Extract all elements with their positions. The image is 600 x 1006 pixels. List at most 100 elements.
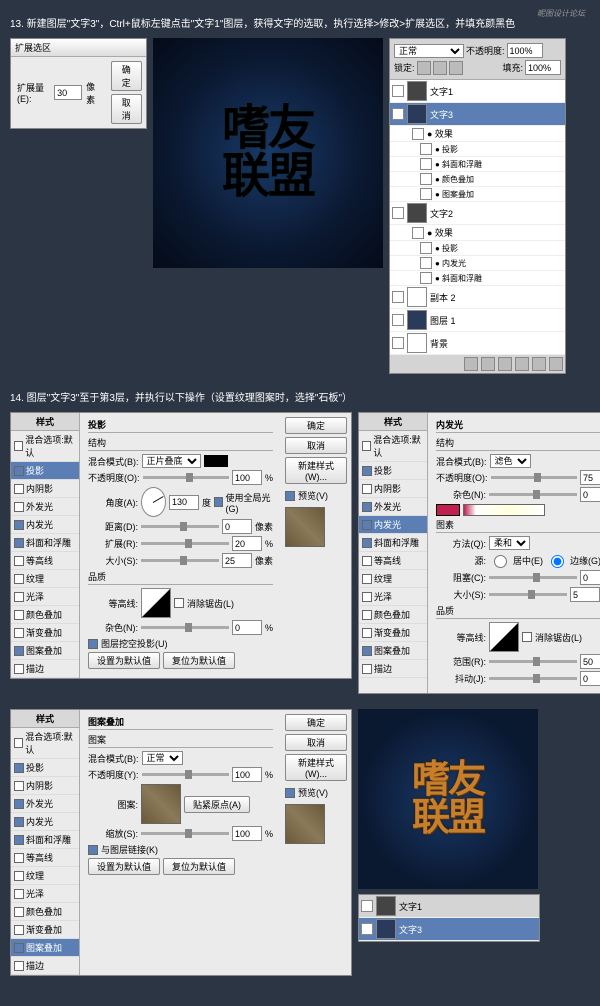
style-item[interactable]: 渐变叠加: [11, 921, 79, 939]
blend-mode[interactable]: 正常: [394, 44, 464, 58]
eye-icon[interactable]: [392, 314, 404, 326]
style-item[interactable]: 斜面和浮雕: [11, 534, 79, 552]
opacity-input[interactable]: [507, 43, 543, 58]
style-item[interactable]: 颜色叠加: [359, 606, 427, 624]
style-item[interactable]: 图案叠加: [11, 642, 79, 660]
style-item[interactable]: 纹理: [11, 867, 79, 885]
cancel-button[interactable]: 取消: [111, 94, 142, 124]
style-item[interactable]: 光泽: [359, 588, 427, 606]
style-item[interactable]: 内发光: [11, 516, 79, 534]
style-item[interactable]: 外发光: [11, 795, 79, 813]
eye-icon[interactable]: [392, 85, 404, 97]
new-icon[interactable]: [532, 357, 546, 371]
eye-icon[interactable]: [420, 173, 432, 185]
style-item[interactable]: 斜面和浮雕: [359, 534, 427, 552]
layer-item[interactable]: 副本 2: [390, 286, 565, 309]
expand-input[interactable]: [54, 85, 82, 100]
eye-icon[interactable]: [392, 337, 404, 349]
style-item[interactable]: 内阴影: [359, 480, 427, 498]
layer-item[interactable]: 文字3: [390, 103, 565, 126]
style-item[interactable]: 混合选项:默认: [359, 431, 427, 462]
opacity-slider[interactable]: [143, 476, 229, 479]
eye-icon[interactable]: [420, 257, 432, 269]
style-item[interactable]: 投影: [11, 462, 79, 480]
trash-icon[interactable]: [549, 357, 563, 371]
eye-icon[interactable]: [420, 272, 432, 284]
newstyle-button[interactable]: 新建样式(W)...: [285, 457, 347, 484]
eye-icon[interactable]: [420, 242, 432, 254]
style-item[interactable]: 纹理: [11, 570, 79, 588]
style-item[interactable]: 描边: [11, 957, 79, 975]
style-item[interactable]: 颜色叠加: [11, 903, 79, 921]
style-item[interactable]: 描边: [11, 660, 79, 678]
angle-dial[interactable]: [141, 487, 166, 517]
layer-item[interactable]: ● 颜色叠加: [390, 172, 565, 187]
newstyle-button[interactable]: 新建样式(W)...: [285, 754, 347, 781]
style-item[interactable]: 描边: [359, 660, 427, 678]
layer-item[interactable]: ● 效果: [390, 126, 565, 142]
style-item[interactable]: 内发光: [11, 813, 79, 831]
blend-select[interactable]: 正片叠底: [142, 454, 201, 468]
cancel-button[interactable]: 取消: [285, 437, 347, 454]
eye-icon[interactable]: [392, 108, 404, 120]
opacity-val[interactable]: [232, 470, 262, 485]
style-item[interactable]: 图案叠加: [11, 939, 79, 957]
layer-item[interactable]: 图层 1: [390, 309, 565, 332]
gradient-picker[interactable]: [463, 504, 545, 516]
layer-item[interactable]: ● 内发光: [390, 256, 565, 271]
style-item[interactable]: 斜面和浮雕: [11, 831, 79, 849]
fx-icon[interactable]: [464, 357, 478, 371]
eye-icon[interactable]: [392, 291, 404, 303]
style-item[interactable]: 渐变叠加: [359, 624, 427, 642]
eye-icon[interactable]: [361, 923, 373, 935]
lock-icon[interactable]: [449, 61, 463, 75]
layer-item[interactable]: 文字1: [390, 80, 565, 103]
fill-input[interactable]: [525, 60, 561, 75]
pattern-picker[interactable]: [141, 784, 181, 824]
eye-icon[interactable]: [420, 188, 432, 200]
style-item[interactable]: 投影: [11, 759, 79, 777]
lock-icon[interactable]: [417, 61, 431, 75]
layer-item[interactable]: ● 投影: [390, 142, 565, 157]
mask-icon[interactable]: [481, 357, 495, 371]
eye-icon[interactable]: [420, 158, 432, 170]
cancel-button[interactable]: 取消: [285, 734, 347, 751]
style-item[interactable]: 外发光: [359, 498, 427, 516]
style-item[interactable]: 颜色叠加: [11, 606, 79, 624]
folder-icon[interactable]: [498, 357, 512, 371]
lock-icon[interactable]: [433, 61, 447, 75]
color-swatch[interactable]: [204, 455, 228, 467]
layer-item[interactable]: ● 斜面和浮雕: [390, 157, 565, 172]
style-item[interactable]: 等高线: [11, 849, 79, 867]
layer-item[interactable]: ● 斜面和浮雕: [390, 271, 565, 286]
style-item[interactable]: 图案叠加: [359, 642, 427, 660]
style-item[interactable]: 内阴影: [11, 777, 79, 795]
eye-icon[interactable]: [361, 900, 373, 912]
eye-icon[interactable]: [420, 143, 432, 155]
ok-button[interactable]: 确定: [111, 61, 142, 91]
style-item[interactable]: 光泽: [11, 588, 79, 606]
eye-icon[interactable]: [392, 207, 404, 219]
style-item[interactable]: 等高线: [11, 552, 79, 570]
style-item[interactable]: 混合选项:默认: [11, 728, 79, 759]
style-item[interactable]: 等高线: [359, 552, 427, 570]
eye-icon[interactable]: [412, 227, 424, 239]
eye-icon[interactable]: [412, 128, 424, 140]
layer-item[interactable]: ● 图案叠加: [390, 187, 565, 202]
style-item[interactable]: 外发光: [11, 498, 79, 516]
style-item[interactable]: 混合选项:默认: [11, 431, 79, 462]
layer-item[interactable]: 文字2: [390, 202, 565, 225]
ok-button[interactable]: 确定: [285, 417, 347, 434]
style-item[interactable]: 内发光: [359, 516, 427, 534]
style-item[interactable]: 内阴影: [11, 480, 79, 498]
style-item[interactable]: 渐变叠加: [11, 624, 79, 642]
style-item[interactable]: 光泽: [11, 885, 79, 903]
layer-item[interactable]: ● 效果: [390, 225, 565, 241]
layer-item[interactable]: 背景: [390, 332, 565, 355]
style-item[interactable]: 纹理: [359, 570, 427, 588]
contour-picker[interactable]: [141, 588, 171, 618]
style-item[interactable]: 投影: [359, 462, 427, 480]
adjust-icon[interactable]: [515, 357, 529, 371]
layer-item[interactable]: ● 投影: [390, 241, 565, 256]
ok-button[interactable]: 确定: [285, 714, 347, 731]
